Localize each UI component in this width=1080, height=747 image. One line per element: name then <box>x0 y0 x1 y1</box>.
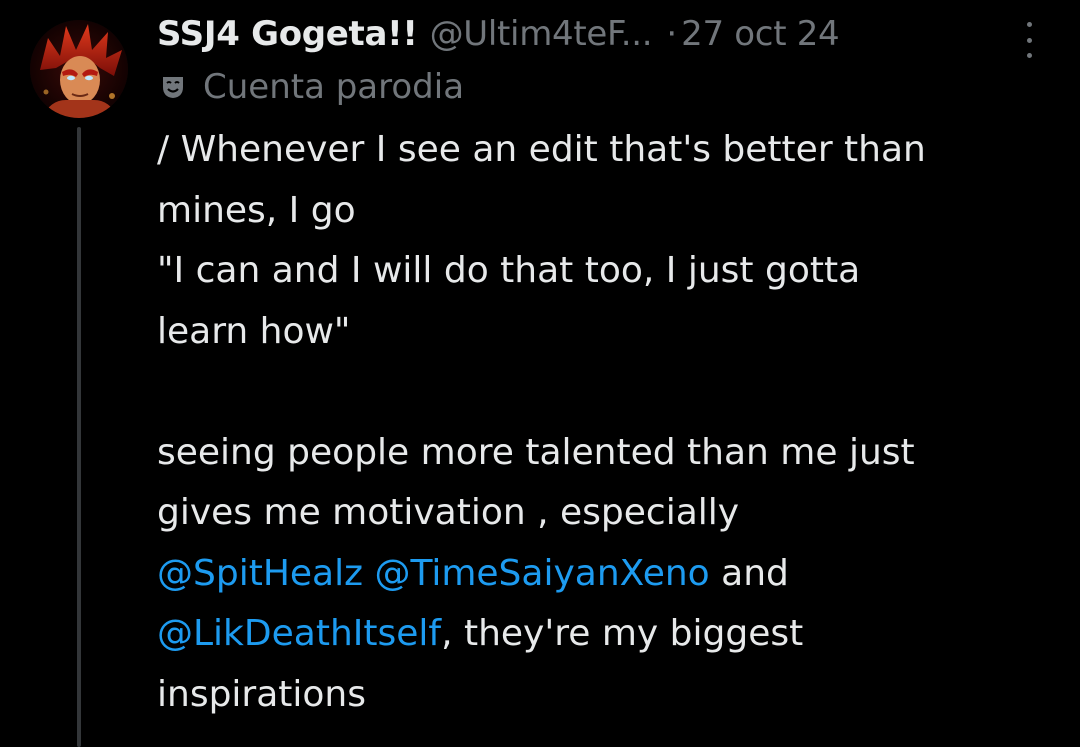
tweet-text-line: @SpitHealz @TimeSaiyanXeno and <box>157 544 1057 605</box>
mention-link[interactable]: @SpitHealz <box>157 553 363 594</box>
tweet-text-line: inspirations <box>157 673 367 715</box>
text-space <box>363 553 374 594</box>
tweet-text-fragment: , they're my biggest <box>441 613 804 654</box>
tweet-text-line: @LikDeathItself, they're my biggest <box>157 604 1057 665</box>
tweet-text-fragment: and <box>709 552 789 594</box>
avatar[interactable] <box>30 20 128 118</box>
user-handle[interactable]: @Ultim4teF... <box>430 14 653 54</box>
tweet-text-line: "I can and I will do that too, I just go… <box>157 250 861 291</box>
tweet-content: SSJ4 Gogeta!! @Ultim4teF... · 27 oct 24 … <box>157 8 1057 725</box>
avatar-image <box>30 20 128 118</box>
display-name[interactable]: SSJ4 Gogeta!! <box>157 14 418 54</box>
mention-link[interactable]: @TimeSaiyanXeno <box>374 553 709 594</box>
tweet-text-line: mines, I go <box>157 189 356 231</box>
tweet-text-line: gives me motivation , especially <box>157 492 740 533</box>
more-vertical-icon[interactable] <box>1019 22 1039 58</box>
tweet-text-line: learn how" <box>157 310 351 352</box>
separator-dot: · <box>666 14 678 54</box>
thread-connector-line <box>77 127 81 747</box>
mention-link[interactable]: @LikDeathItself <box>157 613 441 654</box>
paragraph-break <box>157 362 1057 423</box>
tweet-body: / Whenever I see an edit that's better t… <box>157 120 1057 725</box>
tweet-text-line: seeing people more talented than me just <box>157 431 915 473</box>
theater-mask-icon <box>157 71 189 103</box>
tweet-date[interactable]: 27 oct 24 <box>681 14 840 54</box>
tweet-text-line: / Whenever I see an edit that's better t… <box>157 129 926 170</box>
parody-badge: Cuenta parodia <box>157 58 1057 116</box>
tweet-header: SSJ4 Gogeta!! @Ultim4teF... · 27 oct 24 <box>157 8 1057 60</box>
parody-label: Cuenta parodia <box>203 67 465 107</box>
